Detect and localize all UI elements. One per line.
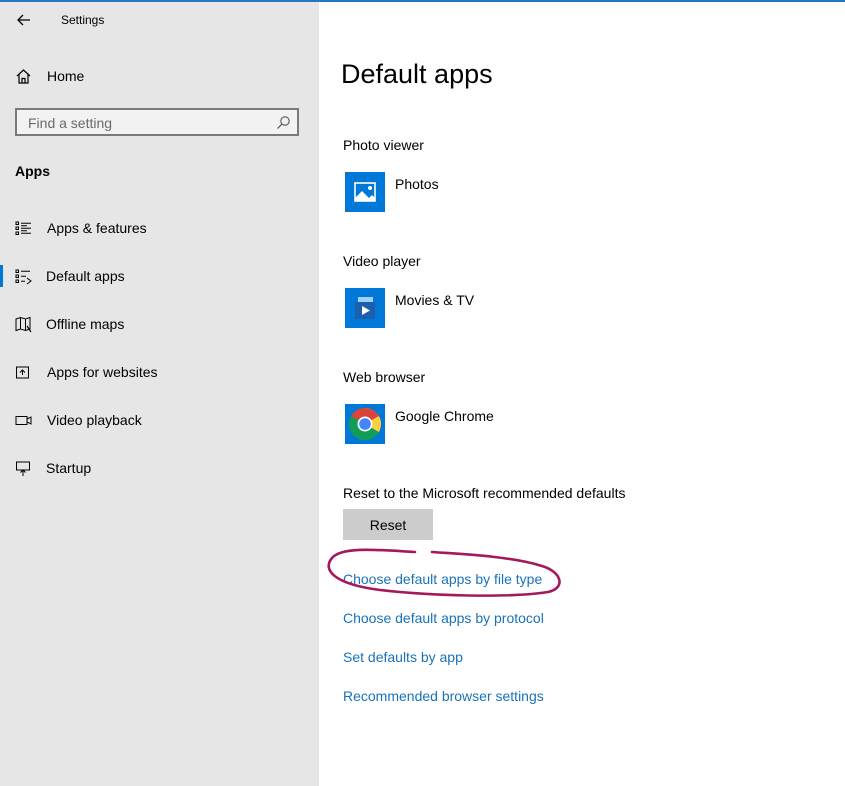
- link-set-defaults-by-app[interactable]: Set defaults by app: [343, 649, 463, 665]
- sidebar: Settings Home Apps Apps & features: [0, 2, 319, 786]
- section-title: Apps: [15, 163, 50, 179]
- sidebar-item-offline-maps[interactable]: Offline maps: [0, 309, 319, 339]
- sidebar-item-label: Startup: [46, 460, 92, 476]
- map-icon: [15, 316, 32, 333]
- page-title: Default apps: [341, 59, 493, 89]
- photo-viewer-app-name: Photos: [395, 176, 439, 192]
- sidebar-item-apps-for-websites[interactable]: Apps for websites: [0, 357, 319, 387]
- sidebar-item-label: Apps & features: [47, 220, 147, 236]
- video-camera-icon: [15, 416, 32, 425]
- selection-indicator: [0, 265, 3, 287]
- main-content: Default apps Photo viewer Photos Video p…: [319, 2, 845, 786]
- nav-home-label: Home: [47, 68, 85, 84]
- search-input[interactable]: [26, 113, 270, 133]
- sidebar-item-label: Default apps: [46, 268, 125, 284]
- back-button[interactable]: [12, 8, 36, 32]
- web-browser-label: Web browser: [343, 369, 426, 385]
- nav-home[interactable]: Home: [0, 61, 319, 91]
- sidebar-item-video-playback[interactable]: Video playback: [0, 405, 319, 435]
- link-browser-settings[interactable]: Recommended browser settings: [343, 688, 544, 704]
- list-icon: [15, 221, 31, 235]
- photos-app-icon: [345, 172, 385, 212]
- sidebar-item-startup[interactable]: Startup: [0, 453, 319, 483]
- reset-description: Reset to the Microsoft recommended defau…: [343, 485, 626, 501]
- sidebar-item-label: Apps for websites: [47, 364, 158, 380]
- window-title: Settings: [61, 13, 105, 27]
- sidebar-item-label: Offline maps: [46, 316, 125, 332]
- reset-button[interactable]: Reset: [343, 509, 433, 540]
- open-in-new-icon: [16, 366, 29, 379]
- chrome-app-icon: [345, 404, 385, 444]
- sidebar-item-label: Video playback: [47, 412, 142, 428]
- default-apps-icon: [15, 269, 32, 285]
- movies-tv-app-icon: [345, 288, 385, 328]
- photo-viewer-label: Photo viewer: [343, 137, 424, 153]
- link-protocol[interactable]: Choose default apps by protocol: [343, 610, 544, 626]
- video-player-app-name: Movies & TV: [395, 292, 475, 308]
- video-player-label: Video player: [343, 253, 421, 269]
- sidebar-item-apps-features[interactable]: Apps & features: [0, 213, 319, 243]
- search-box[interactable]: [15, 108, 299, 136]
- search-icon[interactable]: [276, 115, 291, 130]
- home-icon: [16, 69, 31, 84]
- back-arrow-icon: [17, 14, 30, 26]
- web-browser-app-name: Google Chrome: [395, 408, 494, 424]
- link-file-type[interactable]: Choose default apps by file type: [343, 571, 542, 587]
- sidebar-item-default-apps[interactable]: Default apps: [0, 261, 319, 291]
- startup-icon: [16, 461, 30, 476]
